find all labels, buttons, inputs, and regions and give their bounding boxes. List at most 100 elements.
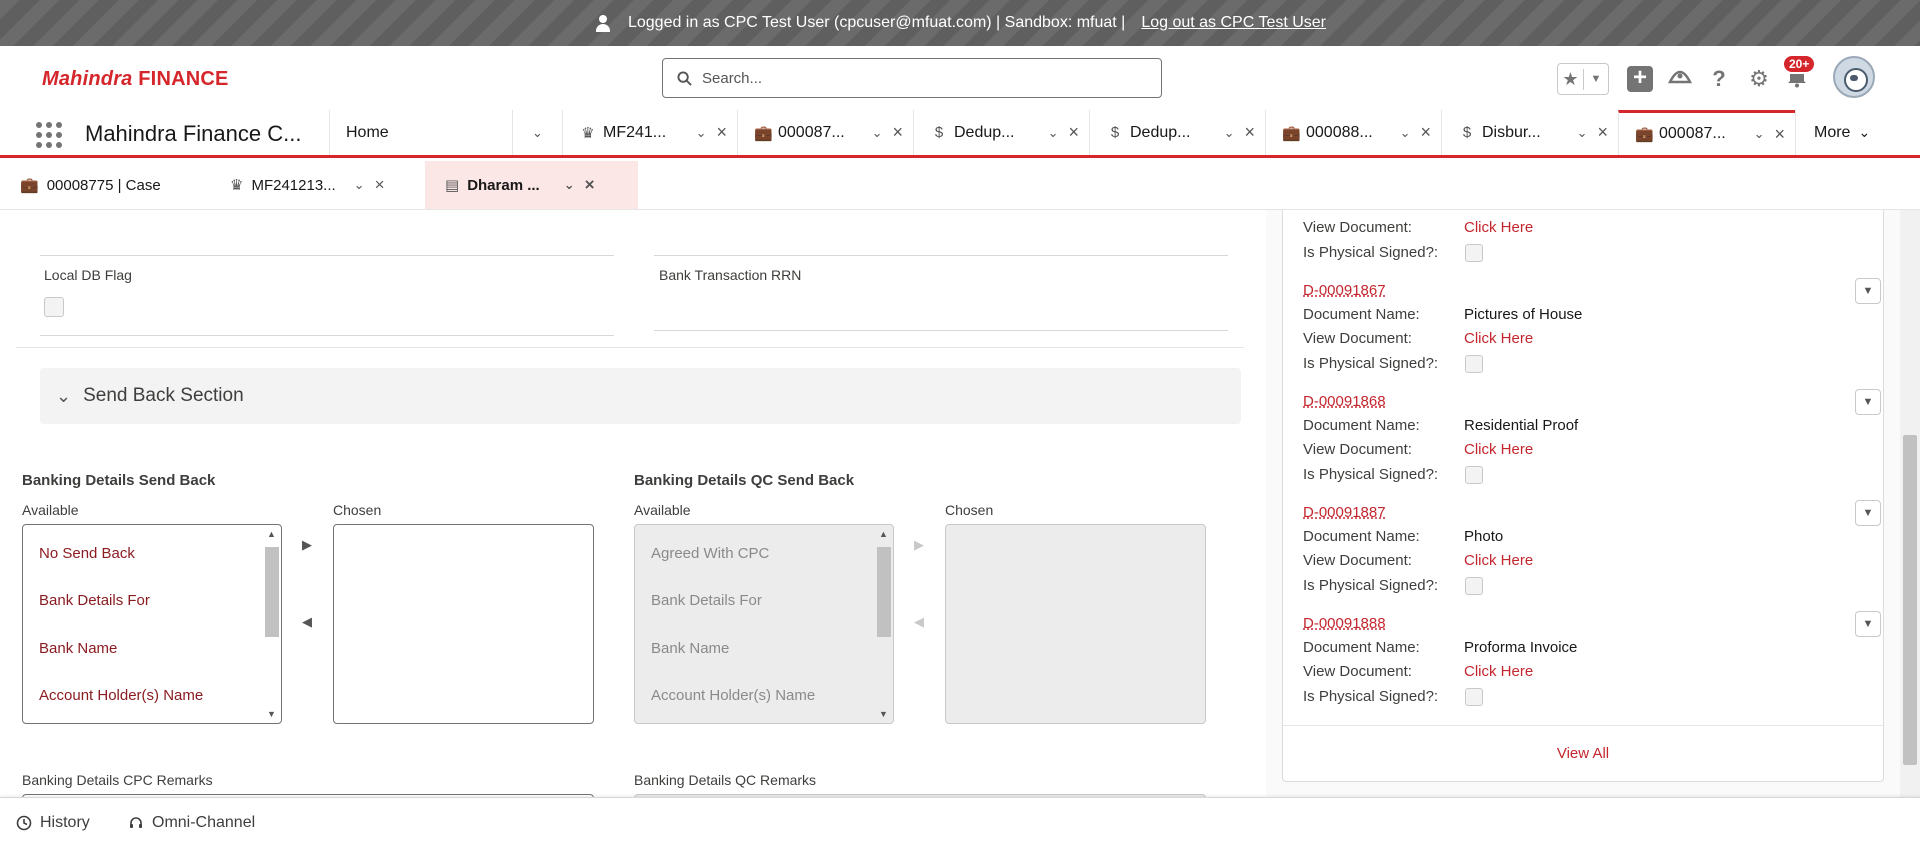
click-here-link[interactable]: Click Here xyxy=(1464,663,1533,680)
documents-card: View Document: Click Here Is Physical Si… xyxy=(1282,210,1884,782)
physical-signed-key: Is Physical Signed?: xyxy=(1303,466,1439,483)
money-bag-icon: $ xyxy=(1110,124,1120,141)
scroll-down-icon[interactable]: ▼ xyxy=(879,709,888,719)
row-actions-button[interactable]: ▼ xyxy=(1855,389,1881,415)
tab-mf241[interactable]: ♛ MF241... ⌄ × xyxy=(562,110,737,155)
omni-channel-button[interactable]: Omni-Channel xyxy=(128,814,255,832)
trailhead-icon[interactable] xyxy=(1665,64,1695,94)
document-id-link[interactable]: D-00091887 xyxy=(1303,504,1386,521)
click-here-link[interactable]: Click Here xyxy=(1464,219,1533,236)
click-here-link[interactable]: Click Here xyxy=(1464,330,1533,347)
app-launcher-icon[interactable] xyxy=(36,122,62,148)
close-icon[interactable]: × xyxy=(1244,122,1255,143)
list-scrollbar[interactable]: ▲ ▼ xyxy=(875,527,891,721)
global-actions-button[interactable]: + xyxy=(1627,66,1653,92)
close-icon[interactable]: × xyxy=(1420,122,1431,143)
mahindra-finance-logo[interactable]: Mahindra FINANCE xyxy=(42,68,229,91)
scroll-up-icon[interactable]: ▲ xyxy=(879,529,888,539)
chevron-down-icon[interactable]: ⌄ xyxy=(696,125,707,141)
close-icon[interactable]: × xyxy=(585,175,595,195)
chevron-down-icon: ▼ xyxy=(1862,285,1874,297)
scroll-down-icon[interactable]: ▼ xyxy=(267,709,276,719)
subtab-dharam[interactable]: ▤ Dharam ... ⌄ × xyxy=(425,161,638,209)
tab-case-000087-active[interactable]: 💼 000087... ⌄ × xyxy=(1618,110,1795,155)
briefcase-icon: 💼 xyxy=(20,177,39,194)
user-avatar[interactable] xyxy=(1833,56,1875,98)
tab-label: Home xyxy=(346,123,389,141)
tab-dedup-2[interactable]: $ Dedup... ⌄ × xyxy=(1089,110,1265,155)
close-icon[interactable]: × xyxy=(1774,124,1785,145)
history-button[interactable]: History xyxy=(16,814,90,832)
list-option: Bank Details For xyxy=(651,592,762,609)
close-icon[interactable]: × xyxy=(1597,122,1608,143)
tab-disbursement[interactable]: $ Disbur... ⌄ × xyxy=(1441,110,1618,155)
help-icon[interactable]: ? xyxy=(1704,64,1734,94)
view-document-key: View Document: xyxy=(1303,441,1412,458)
scroll-thumb[interactable] xyxy=(1903,435,1917,765)
chevron-down-icon[interactable]: ⌄ xyxy=(564,177,575,193)
close-icon[interactable]: × xyxy=(716,122,727,143)
click-here-link[interactable]: Click Here xyxy=(1464,552,1533,569)
tab-home[interactable]: Home xyxy=(329,110,526,155)
scroll-up-icon[interactable]: ▲ xyxy=(267,529,276,539)
list-option[interactable]: Account Holder(s) Name xyxy=(39,687,203,704)
view-document-key: View Document: xyxy=(1303,552,1412,569)
tab-case-000087[interactable]: 💼 000087... ⌄ × xyxy=(737,110,913,155)
page-scrollbar[interactable] xyxy=(1900,210,1920,797)
chevron-down-icon[interactable]: ⌄ xyxy=(1577,125,1588,141)
impersonation-message: Logged in as CPC Test User (cpcuser@mfua… xyxy=(627,14,1126,31)
divider xyxy=(654,330,1228,331)
subtab-mf241213[interactable]: ♛ MF241213... ⌄ × xyxy=(210,161,425,209)
more-tabs-button[interactable]: More ⌄ xyxy=(1795,110,1920,155)
divider xyxy=(16,347,1244,348)
view-all-link[interactable]: View All xyxy=(1283,745,1883,762)
row-actions-button[interactable]: ▼ xyxy=(1855,611,1881,637)
chevron-down-icon[interactable]: ▼ xyxy=(1584,73,1608,85)
scroll-thumb[interactable] xyxy=(265,547,279,637)
list-scrollbar[interactable]: ▲ ▼ xyxy=(263,527,279,721)
send-back-section-header[interactable]: ⌄ Send Back Section xyxy=(40,368,1241,424)
physical-signed-checkbox xyxy=(1465,244,1483,262)
utility-bar: History Omni-Channel xyxy=(0,797,1920,847)
gear-icon[interactable]: ⚙ xyxy=(1744,64,1774,94)
row-actions-button[interactable]: ▼ xyxy=(1855,278,1881,304)
click-here-link[interactable]: Click Here xyxy=(1464,441,1533,458)
notification-badge: 20+ xyxy=(1782,54,1817,74)
physical-signed-key: Is Physical Signed?: xyxy=(1303,244,1439,261)
chevron-down-icon[interactable]: ⌄ xyxy=(1048,125,1059,141)
row-actions-button[interactable]: ▼ xyxy=(1855,500,1881,526)
nav-menu-dropdown[interactable]: ⌄ xyxy=(512,110,562,155)
tab-dedup-1[interactable]: $ Dedup... ⌄ × xyxy=(913,110,1089,155)
chevron-down-icon[interactable]: ⌄ xyxy=(872,125,883,141)
document-id-link[interactable]: D-00091868 xyxy=(1303,393,1386,410)
favorites-button[interactable]: ★ ▼ xyxy=(1557,63,1609,95)
chevron-down-icon: ⌄ xyxy=(56,385,72,406)
banking-send-back-chosen-list[interactable] xyxy=(333,524,594,724)
close-icon[interactable]: × xyxy=(1068,122,1079,143)
document-id-link[interactable]: D-00091888 xyxy=(1303,615,1386,632)
list-option[interactable]: Bank Details For xyxy=(39,592,150,609)
scroll-thumb[interactable] xyxy=(877,547,891,637)
star-icon[interactable]: ★ xyxy=(1558,68,1584,90)
move-left-icon[interactable]: ◀ xyxy=(302,614,312,630)
chevron-down-icon[interactable]: ⌄ xyxy=(1224,125,1235,141)
global-search-input[interactable]: Search... xyxy=(662,58,1162,98)
chevron-down-icon[interactable]: ⌄ xyxy=(354,177,365,193)
document-id-link[interactable]: D-00091867 xyxy=(1303,282,1386,299)
close-icon[interactable]: × xyxy=(892,122,903,143)
move-right-icon[interactable]: ▶ xyxy=(302,537,312,553)
close-icon[interactable]: × xyxy=(375,175,385,195)
move-left-icon: ◀ xyxy=(914,614,924,629)
chevron-down-icon[interactable]: ⌄ xyxy=(1754,126,1765,142)
local-db-flag-label: Local DB Flag xyxy=(44,267,132,283)
banking-send-back-available-list[interactable]: No Send Back Bank Details For Bank Name … xyxy=(22,524,282,724)
logout-link[interactable]: Log out as CPC Test User xyxy=(1141,14,1326,32)
tab-case-000088[interactable]: 💼 000088... ⌄ × xyxy=(1265,110,1441,155)
chevron-down-icon[interactable]: ⌄ xyxy=(1400,125,1411,141)
list-option[interactable]: No Send Back xyxy=(39,545,135,562)
subtab-case[interactable]: 💼 00008775 | Case xyxy=(0,161,210,209)
documents-panel: View Document: Click Here Is Physical Si… xyxy=(1266,210,1900,797)
list-option[interactable]: Bank Name xyxy=(39,640,117,657)
document-name-key: Document Name: xyxy=(1303,528,1420,545)
view-document-key: View Document: xyxy=(1303,330,1412,347)
